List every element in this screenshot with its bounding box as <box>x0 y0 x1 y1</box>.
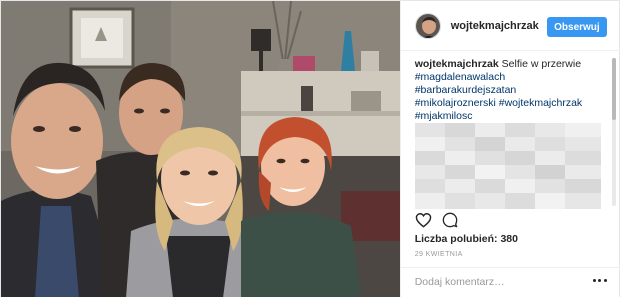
selfie-image <box>1 1 400 297</box>
comment-input[interactable] <box>414 276 575 288</box>
post-caption: wojtekmajchrzak Selfie w przerwie #magda… <box>415 58 605 123</box>
ellipsis-icon[interactable] <box>592 279 607 284</box>
post-photo[interactable] <box>1 1 400 297</box>
ellipsis-dot <box>603 279 607 282</box>
hashtag-link[interactable]: #mikolajroznerski <box>415 97 496 109</box>
likes-count[interactable]: Liczba polubień: 380 <box>415 233 518 245</box>
ellipsis-dot <box>592 279 596 282</box>
ellipsis-dot <box>598 279 602 282</box>
caption-text: Selfie w przerwie <box>501 58 582 70</box>
comment-bar <box>400 267 620 297</box>
hashtag-link[interactable]: #barbarakurdejszatan <box>415 84 605 97</box>
speech-bubble-icon[interactable] <box>442 212 458 228</box>
caption-scrollbar-thumb[interactable] <box>612 58 616 120</box>
avatar-image <box>415 13 440 38</box>
caption-username[interactable]: wojtekmajchrzak <box>415 58 499 70</box>
post-actions <box>415 211 458 229</box>
hashtag-link[interactable]: #magdalenawalach <box>415 71 605 84</box>
instagram-post-embed: wojtekmajchrzak Obserwuj wojtekmajchrzak… <box>0 0 620 297</box>
heart-outline-icon[interactable] <box>415 212 432 228</box>
post-header: wojtekmajchrzak Obserwuj <box>400 1 620 51</box>
post-date: 29 KWIETNIA <box>414 251 463 258</box>
hashtag-link[interactable]: #wojtekmajchrzak <box>499 97 582 109</box>
pixelation-blur <box>414 123 601 209</box>
post-side-panel: wojtekmajchrzak Obserwuj wojtekmajchrzak… <box>399 1 620 297</box>
follow-button[interactable]: Obserwuj <box>547 17 607 37</box>
hashtag-link[interactable]: #mjakmilosc <box>415 110 605 123</box>
avatar[interactable] <box>414 12 441 39</box>
author-username[interactable]: wojtekmajchrzak <box>451 20 539 32</box>
pixelated-comments <box>414 123 601 209</box>
